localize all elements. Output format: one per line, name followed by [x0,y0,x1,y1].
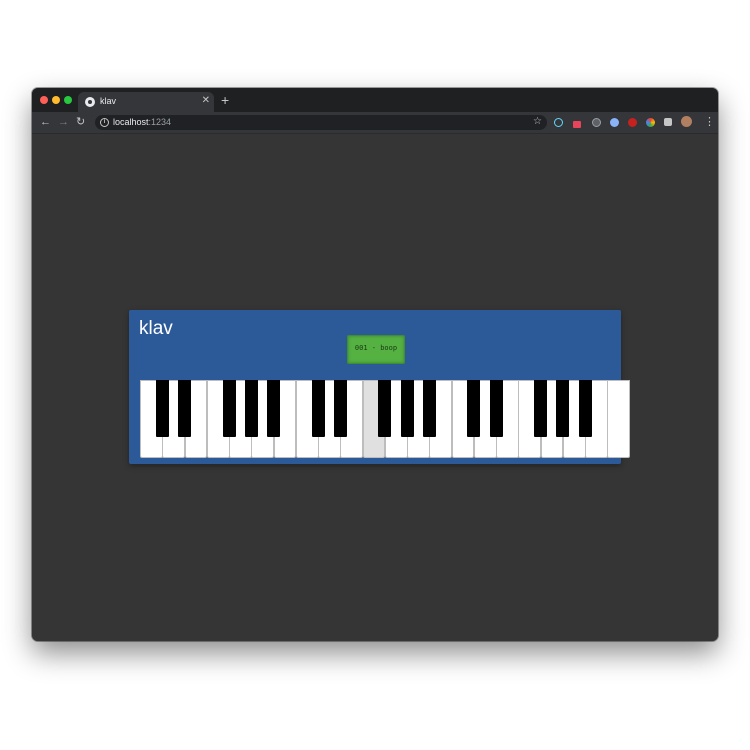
app-title: klav [139,318,173,339]
black-key[interactable] [311,380,325,437]
black-key[interactable] [467,380,481,437]
black-key[interactable] [222,380,236,437]
menu-icon[interactable]: ⋮ [704,116,715,128]
patch-display-text: 001 - boop [354,344,398,352]
black-key[interactable] [178,380,191,437]
new-tab-button[interactable]: + [221,93,229,107]
tab-title: klav [100,96,117,106]
info-icon[interactable]: i [100,118,109,127]
minimize-window-button[interactable] [52,96,60,104]
close-window-button[interactable] [40,96,48,104]
color-picker-icon[interactable] [610,118,619,127]
black-key[interactable] [155,380,169,437]
tab-klav[interactable]: klav ✕ [78,92,214,112]
profile-avatar[interactable] [681,116,692,127]
favicon-icon [85,97,95,107]
white-key[interactable] [607,380,630,458]
react-devtools-icon[interactable] [554,118,563,127]
rainbow-extension-icon[interactable] [646,118,655,127]
browser-toolbar: ← → ↻ i localhost:1234 ☆ ⋮ [32,112,718,134]
black-key[interactable] [267,380,280,437]
maximize-window-button[interactable] [64,96,72,104]
black-key[interactable] [244,380,258,437]
klav-panel: klav 001 - boop [129,310,630,464]
black-key[interactable] [400,380,414,437]
url-text: localhost:1234 [113,117,172,127]
circle-extension-icon[interactable] [592,118,601,127]
black-key[interactable] [422,380,436,437]
pen-extension-icon[interactable] [573,121,581,128]
patch-display[interactable]: 001 - boop [347,335,405,364]
bookmark-star-icon[interactable]: ☆ [533,116,542,128]
puzzle-icon[interactable] [664,118,672,126]
ublock-icon[interactable] [628,118,637,127]
forward-icon[interactable]: → [58,115,69,129]
address-bar[interactable]: i localhost:1234 ☆ [95,115,547,130]
browser-window: klav ✕ + ← → ↻ i localhost:1234 ☆ ⋮ klav… [32,88,718,641]
page-content: klav 001 - boop [32,134,718,641]
black-key[interactable] [556,380,570,437]
black-key[interactable] [489,380,503,437]
tab-bar: klav ✕ + [32,88,718,112]
black-key[interactable] [534,380,547,437]
close-tab-icon[interactable]: ✕ [202,95,210,107]
black-key[interactable] [333,380,347,437]
black-key[interactable] [378,380,392,437]
back-icon[interactable]: ← [40,115,51,129]
piano-keyboard [140,380,630,460]
reload-icon[interactable]: ↻ [76,115,85,129]
black-key[interactable] [578,380,592,437]
